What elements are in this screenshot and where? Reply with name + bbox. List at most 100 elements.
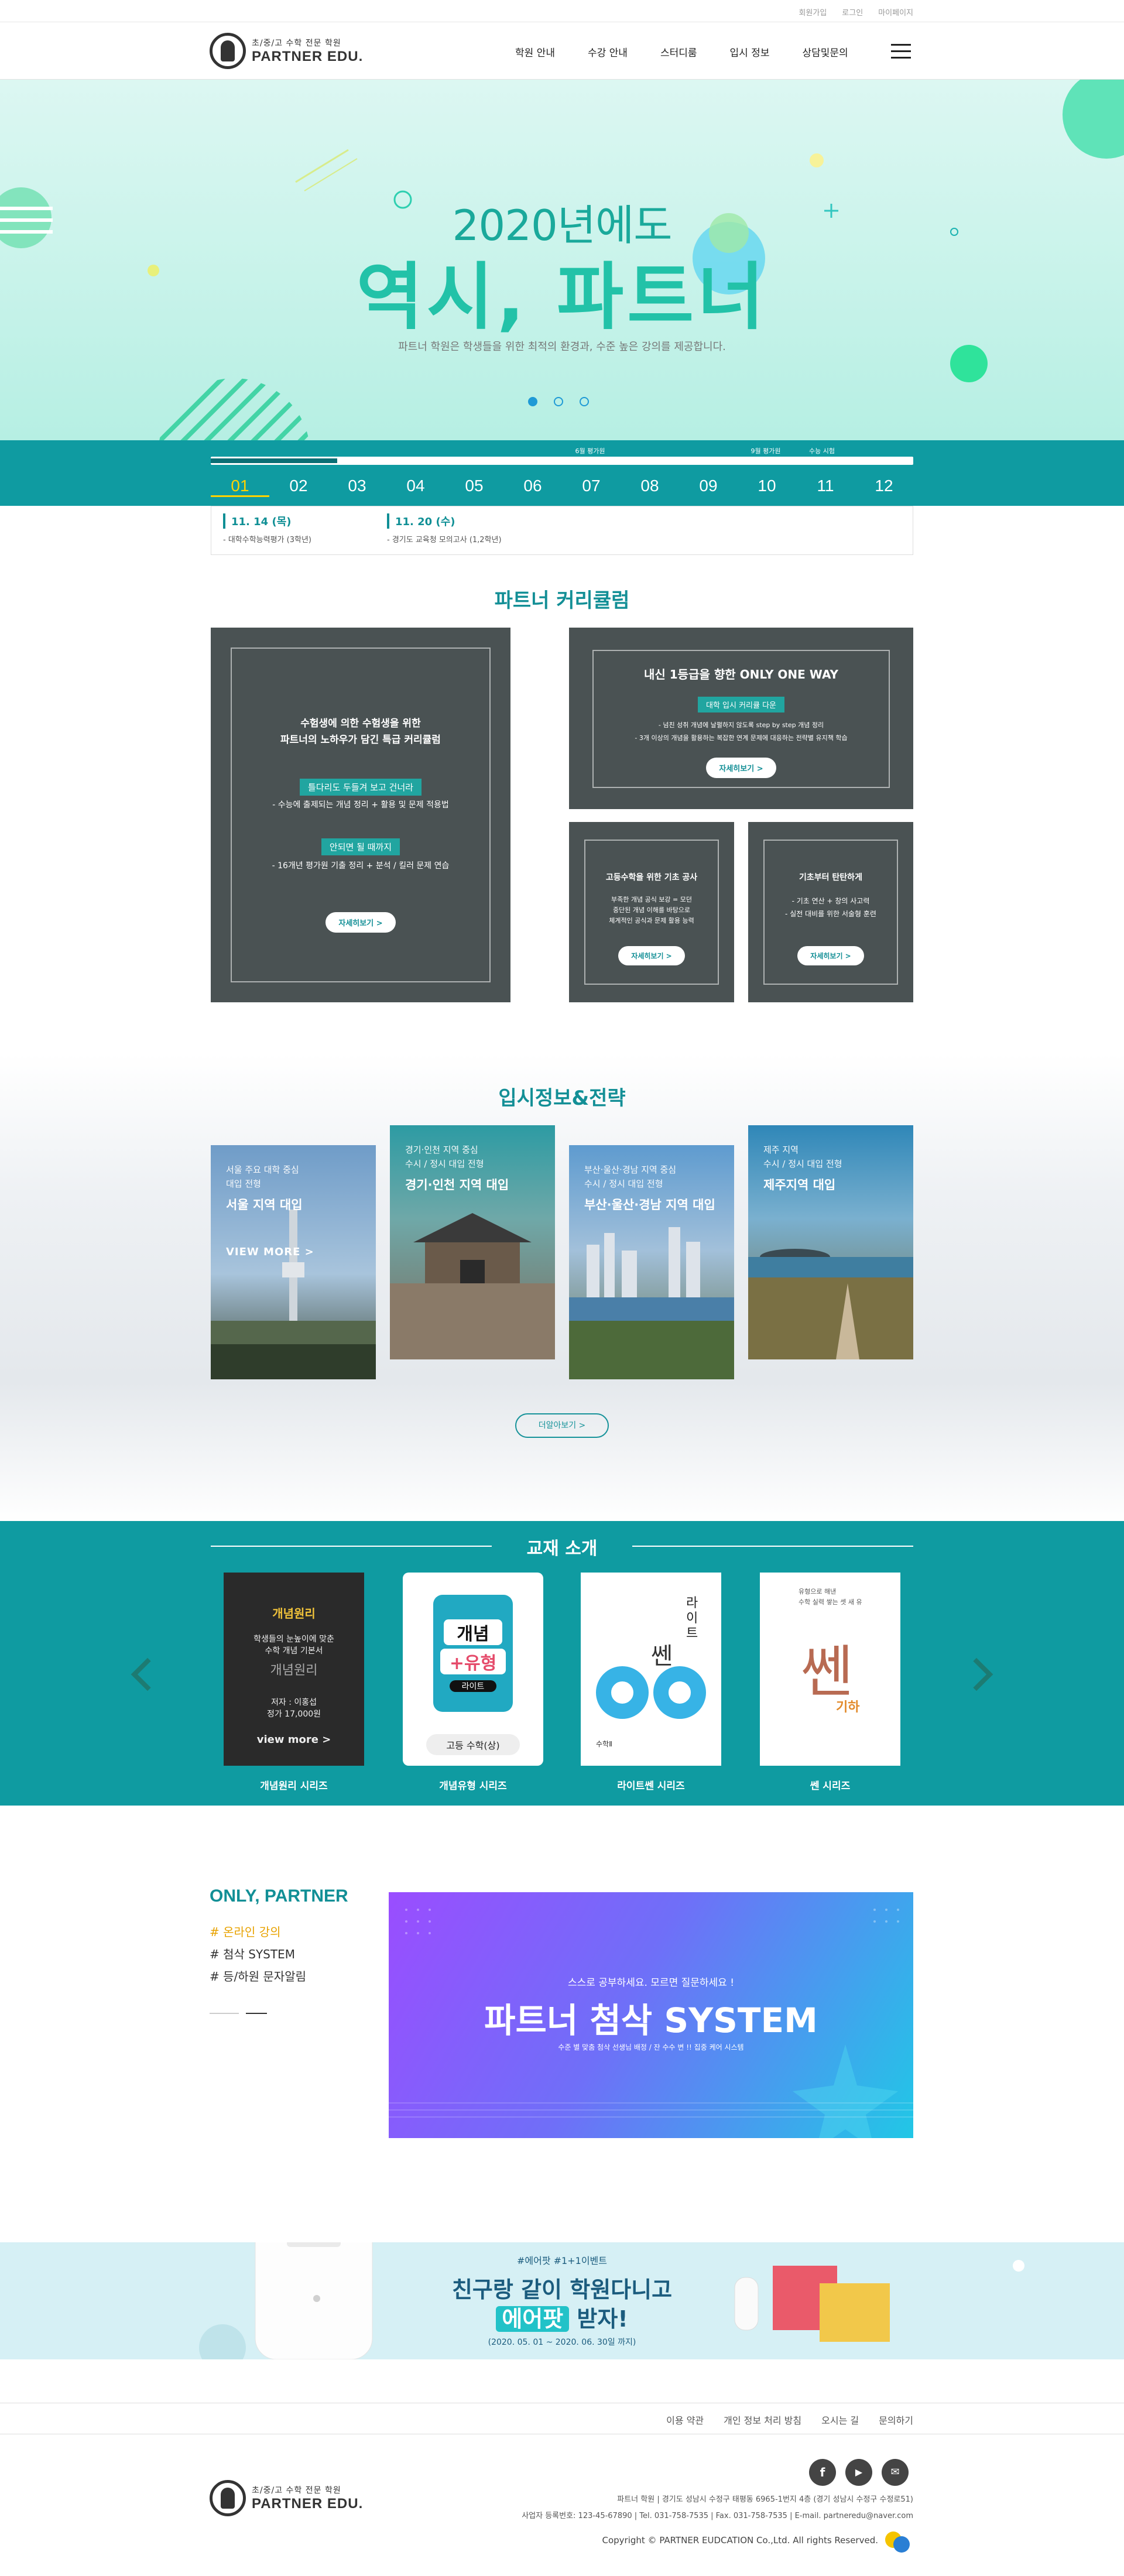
- month-tab-08[interactable]: 08: [621, 477, 679, 497]
- view-more-link[interactable]: VIEW MORE >: [226, 1246, 314, 1258]
- book-item[interactable]: 라이트 쎈 수학Ⅱ 라이트쎈 시리즈: [581, 1573, 721, 1792]
- schedule-item: 11. 20 (수) - 경기도 교육청 모의고사 (1,2학년): [387, 513, 502, 544]
- logo-name: PARTNER EDU.: [252, 2496, 364, 2512]
- curr-b2-title: 기초부터 탄탄하게: [799, 873, 862, 882]
- mypage-link[interactable]: 마이페이지: [878, 6, 913, 18]
- footer-info: 파트너 학원 | 경기도 성남시 수정구 태평동 6965-1번지 4층 (경기…: [522, 2492, 913, 2524]
- cover-text: 저자 : 이홍섭: [270, 1698, 317, 1707]
- event-marker-sept: 9월 평가원: [751, 447, 781, 455]
- month-tab-10[interactable]: 10: [738, 477, 796, 497]
- month-tab-07[interactable]: 07: [562, 477, 621, 497]
- book-name: 쎈 시리즈: [810, 1780, 851, 1792]
- strategy-section: [0, 1054, 1124, 1522]
- strategy-title: 입시정보&전략: [498, 1087, 626, 1110]
- schedule-item: 11. 14 (목) - 대학수학능력평가 (3학년): [223, 513, 311, 544]
- month-tab-06[interactable]: 06: [503, 477, 562, 497]
- login-link[interactable]: 로그인: [842, 6, 863, 18]
- hamburger-menu-icon[interactable]: [891, 44, 911, 59]
- book-item[interactable]: 개념 +유형 라이트 고등 수학(상) 개념유형 시리즈: [403, 1573, 543, 1792]
- region-sub: 대입 전형: [226, 1179, 261, 1189]
- footer-contact: 사업자 등록번호: 123-45-67890 | Tel. 031-758-75…: [522, 2512, 913, 2520]
- event-headline: 친구랑 같이 학원다니고: [451, 2277, 673, 2303]
- slide-dot-1[interactable]: [528, 397, 537, 406]
- only-item-feedback[interactable]: # 첨삭 SYSTEM: [210, 1945, 295, 1962]
- logo-name: PARTNER EDU.: [252, 49, 364, 64]
- only-item-sms[interactable]: # 등/하원 문자알림: [210, 1967, 306, 1984]
- mail-icon[interactable]: ✉: [882, 2459, 909, 2486]
- region-name: 부산·울산·경남 지역 대입: [584, 1198, 715, 1212]
- nav-academy[interactable]: 학원 안내: [515, 44, 555, 59]
- curr-main-h2: 파트너의 노하우가 담긴 특급 커리큘럼: [280, 734, 441, 746]
- chat-badge-icon[interactable]: [884, 2530, 911, 2554]
- main-nav: 학원 안내 수강 안내 스터디룸 입시 정보 상담및문의: [515, 44, 881, 59]
- banner-small: 스스로 공부하세요. 모르면 질문하세요 !: [567, 1977, 735, 1989]
- nav-course[interactable]: 수강 안내: [588, 44, 628, 59]
- footer-link-contact[interactable]: 문의하기: [879, 2413, 913, 2427]
- nav-studyroom[interactable]: 스터디룸: [660, 44, 697, 59]
- detail-button[interactable]: 자세히보기 >: [797, 946, 864, 965]
- prev-line-icon[interactable]: [210, 2013, 239, 2014]
- cover-text: 유형으로 해낸: [799, 1588, 837, 1595]
- curriculum-card-foundation[interactable]: 기초부터 탄탄하게 - 기초 연산 + 창의 사고력 - 실전 대비를 위한 서…: [748, 822, 913, 1002]
- curr-tag: 안되면 될 때까지: [321, 838, 400, 855]
- detail-button[interactable]: 자세히보기 >: [706, 758, 776, 778]
- facebook-icon[interactable]: f: [809, 2459, 836, 2486]
- detail-button[interactable]: 자세히보기 >: [618, 946, 685, 965]
- region-card-seoul[interactable]: 서울 주요 대학 중심 대입 전형 서울 지역 대입 VIEW MORE >: [211, 1145, 376, 1379]
- curr-desc: 부족한 개념 공식 보강 = 모던: [611, 896, 693, 903]
- cover-text: 수학 개념 기본서: [265, 1646, 323, 1656]
- youtube-icon[interactable]: ▶: [845, 2459, 872, 2486]
- event-tags: #에어팟 #1+1이벤트: [517, 2255, 607, 2266]
- slide-dot-3[interactable]: [580, 397, 589, 406]
- month-tab-02[interactable]: 02: [269, 477, 328, 497]
- hero-headline: 역시, 파트너: [356, 255, 768, 340]
- event-banner[interactable]: #에어팟 #1+1이벤트 친구랑 같이 학원다니고 에어팟 받자! (2020.…: [0, 2242, 1124, 2359]
- book-name: 라이트쎈 시리즈: [617, 1780, 685, 1792]
- region-card-gyeonggi[interactable]: 경기·인천 지역 중심 수시 / 정시 대입 전형 경기·인천 지역 대입: [390, 1125, 555, 1359]
- only-item-online[interactable]: # 온라인 강의: [210, 1923, 280, 1940]
- curr-desc: - 실전 대비를 위한 서술형 훈련: [785, 910, 876, 918]
- month-tab-12[interactable]: 12: [855, 477, 913, 497]
- month-tab-05[interactable]: 05: [445, 477, 503, 497]
- month-tab-09[interactable]: 09: [679, 477, 738, 497]
- feedback-system-banner[interactable]: 스스로 공부하세요. 모르면 질문하세요 ! 파트너 첨삭 SYSTEM 수준 …: [389, 1892, 913, 2138]
- month-tab-04[interactable]: 04: [386, 477, 445, 497]
- only-title: ONLY, PARTNER: [210, 1886, 348, 1906]
- nav-admission[interactable]: 입시 정보: [730, 44, 770, 59]
- footer-logo[interactable]: 초/중/고 수학 전문 학원 PARTNER EDU.: [210, 2480, 363, 2516]
- cover-text: 학생들의 눈높이에 맞춘: [253, 1635, 334, 1644]
- curr-desc: - 넘친 성취 개념에 날펼하지 않도록 step by step 개념 정리: [658, 721, 824, 729]
- curr-desc: - 3개 이상의 개념을 활용하는 복잡한 연계 문제에 대응하는 전략별 유지…: [635, 734, 848, 742]
- curriculum-main-card[interactable]: 수험생에 의한 수험생을 위한 파트너의 노하우가 담긴 특급 커리큘럼 틀다리…: [211, 628, 510, 1002]
- join-link[interactable]: 회원가입: [799, 6, 827, 18]
- event-marker-june: 6월 평가원: [575, 447, 605, 455]
- curriculum-top-card[interactable]: 내신 1등급을 향한 ONLY ONE WAY 대학 입시 커리큘 다운 - 넘…: [569, 628, 913, 809]
- footer-link-terms[interactable]: 이용 약관: [666, 2413, 704, 2427]
- detail-button[interactable]: 자세히보기 >: [325, 912, 396, 933]
- cover-text: 개념원리: [272, 1606, 316, 1621]
- curr-b1-title: 고등수학을 위한 기초 공사: [605, 873, 698, 882]
- month-tab-03[interactable]: 03: [328, 477, 386, 497]
- book-name: 개념원리 시리즈: [260, 1780, 328, 1792]
- nav-contact[interactable]: 상담및문의: [802, 44, 848, 59]
- slide-dot-2[interactable]: [554, 397, 563, 406]
- curriculum-card-basic[interactable]: 고등수학을 위한 기초 공사 부족한 개념 공식 보강 = 모던 중단된 개념 …: [569, 822, 734, 1002]
- cover-text: 쎈: [651, 1643, 673, 1670]
- footer-link-privacy[interactable]: 개인 정보 처리 방침: [724, 2413, 801, 2427]
- next-arrow-icon[interactable]: [246, 2013, 267, 2014]
- logo[interactable]: 초/중/고 수학 전문 학원 PARTNER EDU.: [210, 33, 363, 69]
- month-tab-01[interactable]: 01: [211, 477, 269, 497]
- region-card-busan[interactable]: 부산·울산·경남 지역 중심 수시 / 정시 대입 전형 부산·울산·경남 지역 대…: [569, 1145, 734, 1379]
- curriculum-title: 파트너 커리큘럼: [494, 589, 630, 612]
- region-card-jeju[interactable]: 제주 지역 수시 / 정시 대입 전형 제주지역 대입: [748, 1125, 913, 1359]
- banner-sub: 수준 별 맞춤 첨삭 선생님 배정 / 잔 수수 변 !! 집중 케어 시스템: [558, 2043, 744, 2051]
- hero-description: 파트너 학원은 학생들을 위한 최적의 환경과, 수준 높은 강의를 제공합니다…: [398, 341, 726, 353]
- book-item[interactable]: 개념원리 학생들의 눈높이에 맞춘 수학 개념 기본서 개념원리 저자 : 이홍…: [224, 1573, 364, 1792]
- curr-desc: 체계적인 공식과 문제 활용 능력: [609, 917, 694, 924]
- footer-link-location[interactable]: 오시는 길: [821, 2413, 859, 2427]
- month-tab-11[interactable]: 11: [796, 477, 855, 497]
- footer-links: 이용 약관 개인 정보 처리 방침 오시는 길 문의하기: [0, 2403, 1124, 2434]
- book-item[interactable]: 유형으로 해낸 수학 실력 쌓는 셋 새 유 쎈 기하 쎈 시리즈: [760, 1573, 900, 1792]
- learn-more-button[interactable]: 더알아보기 >: [515, 1413, 609, 1438]
- cover-view-more[interactable]: view more >: [224, 1734, 364, 1746]
